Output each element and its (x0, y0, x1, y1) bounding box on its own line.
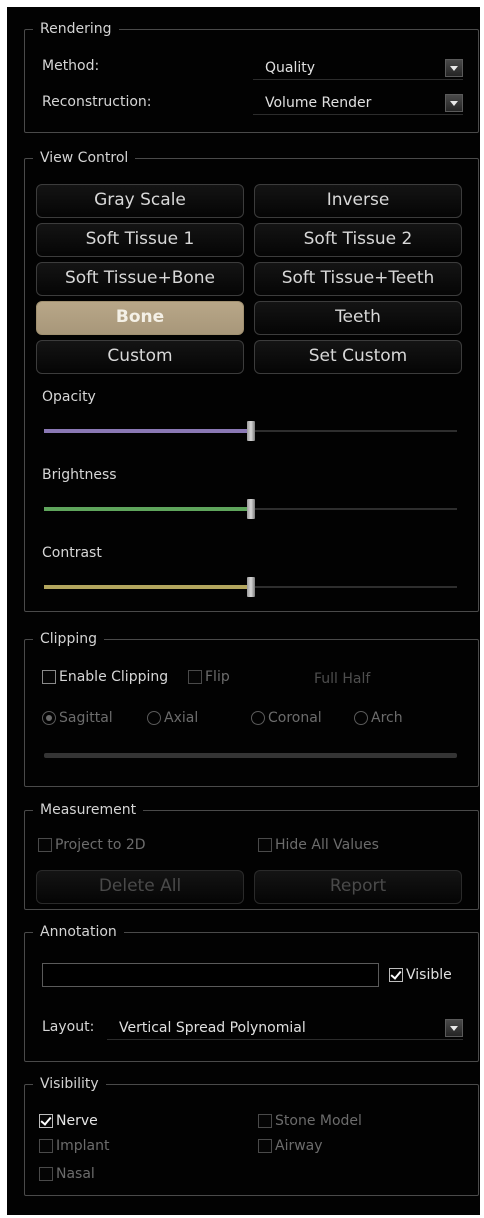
annotation-text-input[interactable] (42, 963, 379, 987)
slider-thumb[interactable] (246, 499, 255, 519)
hide-all-values-checkbox[interactable]: Hide All Values (258, 837, 379, 853)
opacity-label: Opacity (42, 389, 96, 405)
clipping-slider[interactable] (44, 753, 457, 758)
slider-fill (44, 585, 251, 589)
delete-all-button[interactable]: Delete All (36, 870, 244, 904)
preset-button-soft-tissue-bone[interactable]: Soft Tissue+Bone (36, 262, 244, 296)
contrast-slider[interactable] (44, 577, 457, 597)
view-control-group: View Control Gray Scale Inverse Soft Tissu… (24, 149, 479, 612)
radio-icon[interactable] (251, 711, 265, 725)
measurement-group: Measurement Project to 2D Hide All Value… (24, 801, 479, 910)
contrast-label: Contrast (42, 545, 102, 561)
visible-checkbox[interactable]: Visible (389, 967, 452, 983)
chevron-down-icon[interactable] (445, 59, 463, 77)
preset-button-soft-tissue-teeth[interactable]: Soft Tissue+Teeth (254, 262, 462, 296)
brightness-label: Brightness (42, 467, 117, 483)
render-settings-panel: Rendering Method: Quality Reconstruction… (7, 7, 480, 1215)
airway-label: Airway (275, 1138, 323, 1154)
preset-button-bone[interactable]: Bone (36, 301, 244, 335)
method-dropdown[interactable]: Quality (253, 57, 463, 80)
checkbox-icon[interactable] (39, 1114, 53, 1128)
enable-clipping-label: Enable Clipping (59, 669, 169, 685)
clipping-group: Clipping Enable Clipping Flip Full Half … (24, 630, 479, 787)
preset-button-gray-scale[interactable]: Gray Scale (36, 184, 244, 218)
preset-button-soft-tissue-1[interactable]: Soft Tissue 1 (36, 223, 244, 257)
reconstruction-dropdown[interactable]: Volume Render (253, 92, 463, 115)
radio-icon[interactable] (354, 711, 368, 725)
slider-fill (44, 429, 251, 433)
project-to-2d-label: Project to 2D (55, 837, 146, 853)
opacity-slider[interactable] (44, 421, 457, 441)
nerve-checkbox[interactable]: Nerve (39, 1113, 98, 1129)
layout-dropdown[interactable]: Vertical Spread Polynomial (107, 1017, 463, 1040)
nerve-label: Nerve (56, 1113, 98, 1129)
clipping-title: Clipping (33, 630, 104, 648)
layout-value: Vertical Spread Polynomial (119, 1020, 306, 1036)
rendering-title: Rendering (33, 20, 119, 38)
radio-icon[interactable] (42, 711, 56, 725)
method-label: Method: (42, 58, 100, 74)
preset-button-teeth[interactable]: Teeth (254, 301, 462, 335)
visibility-title: Visibility (33, 1075, 106, 1093)
chevron-down-icon[interactable] (445, 1019, 463, 1037)
reconstruction-label: Reconstruction: (42, 94, 152, 110)
measurement-title: Measurement (33, 801, 144, 819)
preset-button-custom[interactable]: Custom (36, 340, 244, 374)
stone-model-checkbox[interactable]: Stone Model (258, 1113, 362, 1129)
view-control-title: View Control (33, 149, 136, 167)
chevron-down-icon[interactable] (445, 94, 463, 112)
preset-button-set-custom[interactable]: Set Custom (254, 340, 462, 374)
slider-thumb[interactable] (246, 577, 255, 597)
full-half-label: Full Half (314, 671, 371, 687)
slider-thumb[interactable] (246, 421, 255, 441)
checkbox-icon[interactable] (39, 1139, 53, 1153)
radio-label: Coronal (268, 710, 322, 726)
checkbox-icon[interactable] (38, 838, 52, 852)
slider-fill (44, 507, 251, 511)
implant-checkbox[interactable]: Implant (39, 1138, 109, 1154)
airway-checkbox[interactable]: Airway (258, 1138, 323, 1154)
report-button[interactable]: Report (254, 870, 462, 904)
reconstruction-value: Volume Render (265, 95, 372, 111)
layout-label: Layout: (42, 1019, 95, 1035)
visible-label: Visible (406, 967, 452, 983)
nasal-checkbox[interactable]: Nasal (39, 1166, 95, 1182)
checkbox-icon[interactable] (389, 968, 403, 982)
checkbox-icon[interactable] (39, 1167, 53, 1181)
checkbox-icon[interactable] (258, 1139, 272, 1153)
nasal-label: Nasal (56, 1166, 95, 1182)
radio-arch[interactable]: Arch (354, 710, 403, 726)
radio-icon[interactable] (147, 711, 161, 725)
preset-button-inverse[interactable]: Inverse (254, 184, 462, 218)
checkbox-icon[interactable] (258, 1114, 272, 1128)
checkbox-icon[interactable] (42, 670, 56, 684)
checkbox-icon[interactable] (258, 838, 272, 852)
radio-coronal[interactable]: Coronal (251, 710, 322, 726)
implant-label: Implant (56, 1138, 110, 1154)
checkbox-icon[interactable] (188, 670, 202, 684)
preset-button-soft-tissue-2[interactable]: Soft Tissue 2 (254, 223, 462, 257)
radio-axial[interactable]: Axial (147, 710, 198, 726)
rendering-group: Rendering Method: Quality Reconstruction… (24, 20, 479, 133)
stone-model-label: Stone Model (275, 1113, 362, 1129)
brightness-slider[interactable] (44, 499, 457, 519)
method-value: Quality (265, 60, 316, 76)
annotation-title: Annotation (33, 923, 124, 941)
radio-sagittal[interactable]: Sagittal (42, 710, 113, 726)
radio-label: Sagittal (59, 710, 113, 726)
flip-label: Flip (205, 669, 230, 685)
radio-label: Axial (164, 710, 199, 726)
hide-all-values-label: Hide All Values (275, 837, 379, 853)
annotation-group: Annotation Visible Layout: Vertical Spre… (24, 923, 479, 1062)
radio-label: Arch (371, 710, 403, 726)
project-to-2d-checkbox[interactable]: Project to 2D (38, 837, 146, 853)
visibility-group: Visibility Nerve Stone Model Implant Air… (24, 1075, 479, 1196)
flip-checkbox[interactable]: Flip (188, 669, 230, 685)
enable-clipping-checkbox[interactable]: Enable Clipping (42, 669, 168, 685)
